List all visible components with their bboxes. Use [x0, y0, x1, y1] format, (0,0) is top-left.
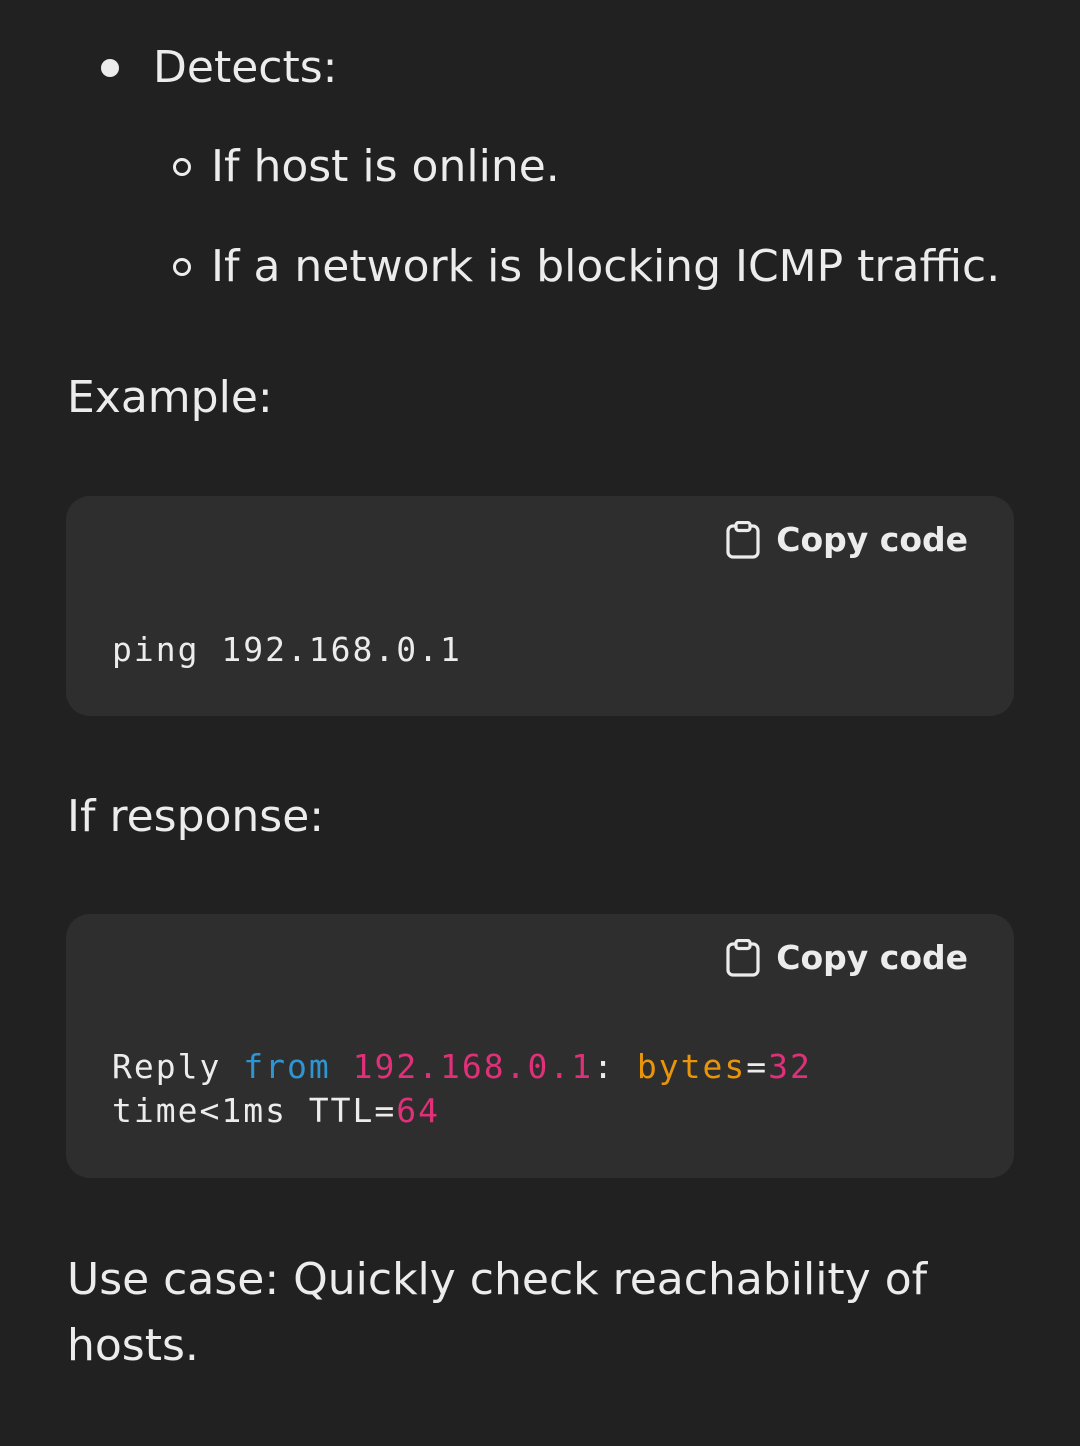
code-output: Reply from 192.168.0.1: bytes=32 time<1m… [112, 1045, 812, 1133]
sub-bullet-item: If a network is blocking ICMP traffic. [173, 237, 1000, 297]
code-token-reply: Reply [112, 1047, 222, 1086]
code-token-equals: = [746, 1047, 769, 1086]
use-case-paragraph: Use case: Quickly check reachability of … [67, 1247, 927, 1379]
code-token-number: 64 [396, 1091, 441, 1130]
code-token-attribute: bytes [636, 1047, 747, 1086]
code-token-number: 32 [768, 1047, 812, 1086]
bullet-circle-icon [173, 158, 191, 176]
copy-code-label: Copy code [776, 938, 968, 977]
use-case-line: hosts. [67, 1320, 199, 1371]
bullet-text: Detects: [153, 42, 338, 93]
clipboard-icon [726, 520, 760, 559]
bullet-item-detects: Detects: [101, 38, 337, 98]
copy-code-button[interactable]: Copy code [726, 938, 968, 977]
code-token-equals: = [374, 1091, 397, 1130]
sub-bullet-item: If host is online. [173, 137, 560, 197]
code-block: Copy code Reply from 192.168.0.1: bytes=… [66, 914, 1014, 1178]
example-label: Example: [67, 372, 273, 423]
code-token-time-ttl: time<1ms TTL [112, 1091, 375, 1130]
response-label: If response: [67, 791, 325, 842]
code-block: Copy code ping 192.168.0.1 [66, 496, 1014, 716]
copy-code-button[interactable]: Copy code [726, 520, 968, 559]
code-token-keyword: from [243, 1047, 331, 1086]
code-token-colon: : [593, 1047, 615, 1086]
code-line: ping 192.168.0.1 [112, 630, 462, 669]
use-case-line: Use case: Quickly check reachability of [67, 1254, 928, 1305]
bullet-circle-icon [173, 258, 191, 276]
clipboard-icon [726, 938, 760, 977]
sub-bullet-text: If a network is blocking ICMP traffic. [211, 241, 1001, 292]
sub-bullet-text: If host is online. [211, 141, 560, 192]
bullet-dot-icon [101, 59, 119, 77]
code-token-ip: 192.168.0.1 [352, 1047, 594, 1086]
copy-code-label: Copy code [776, 520, 968, 559]
